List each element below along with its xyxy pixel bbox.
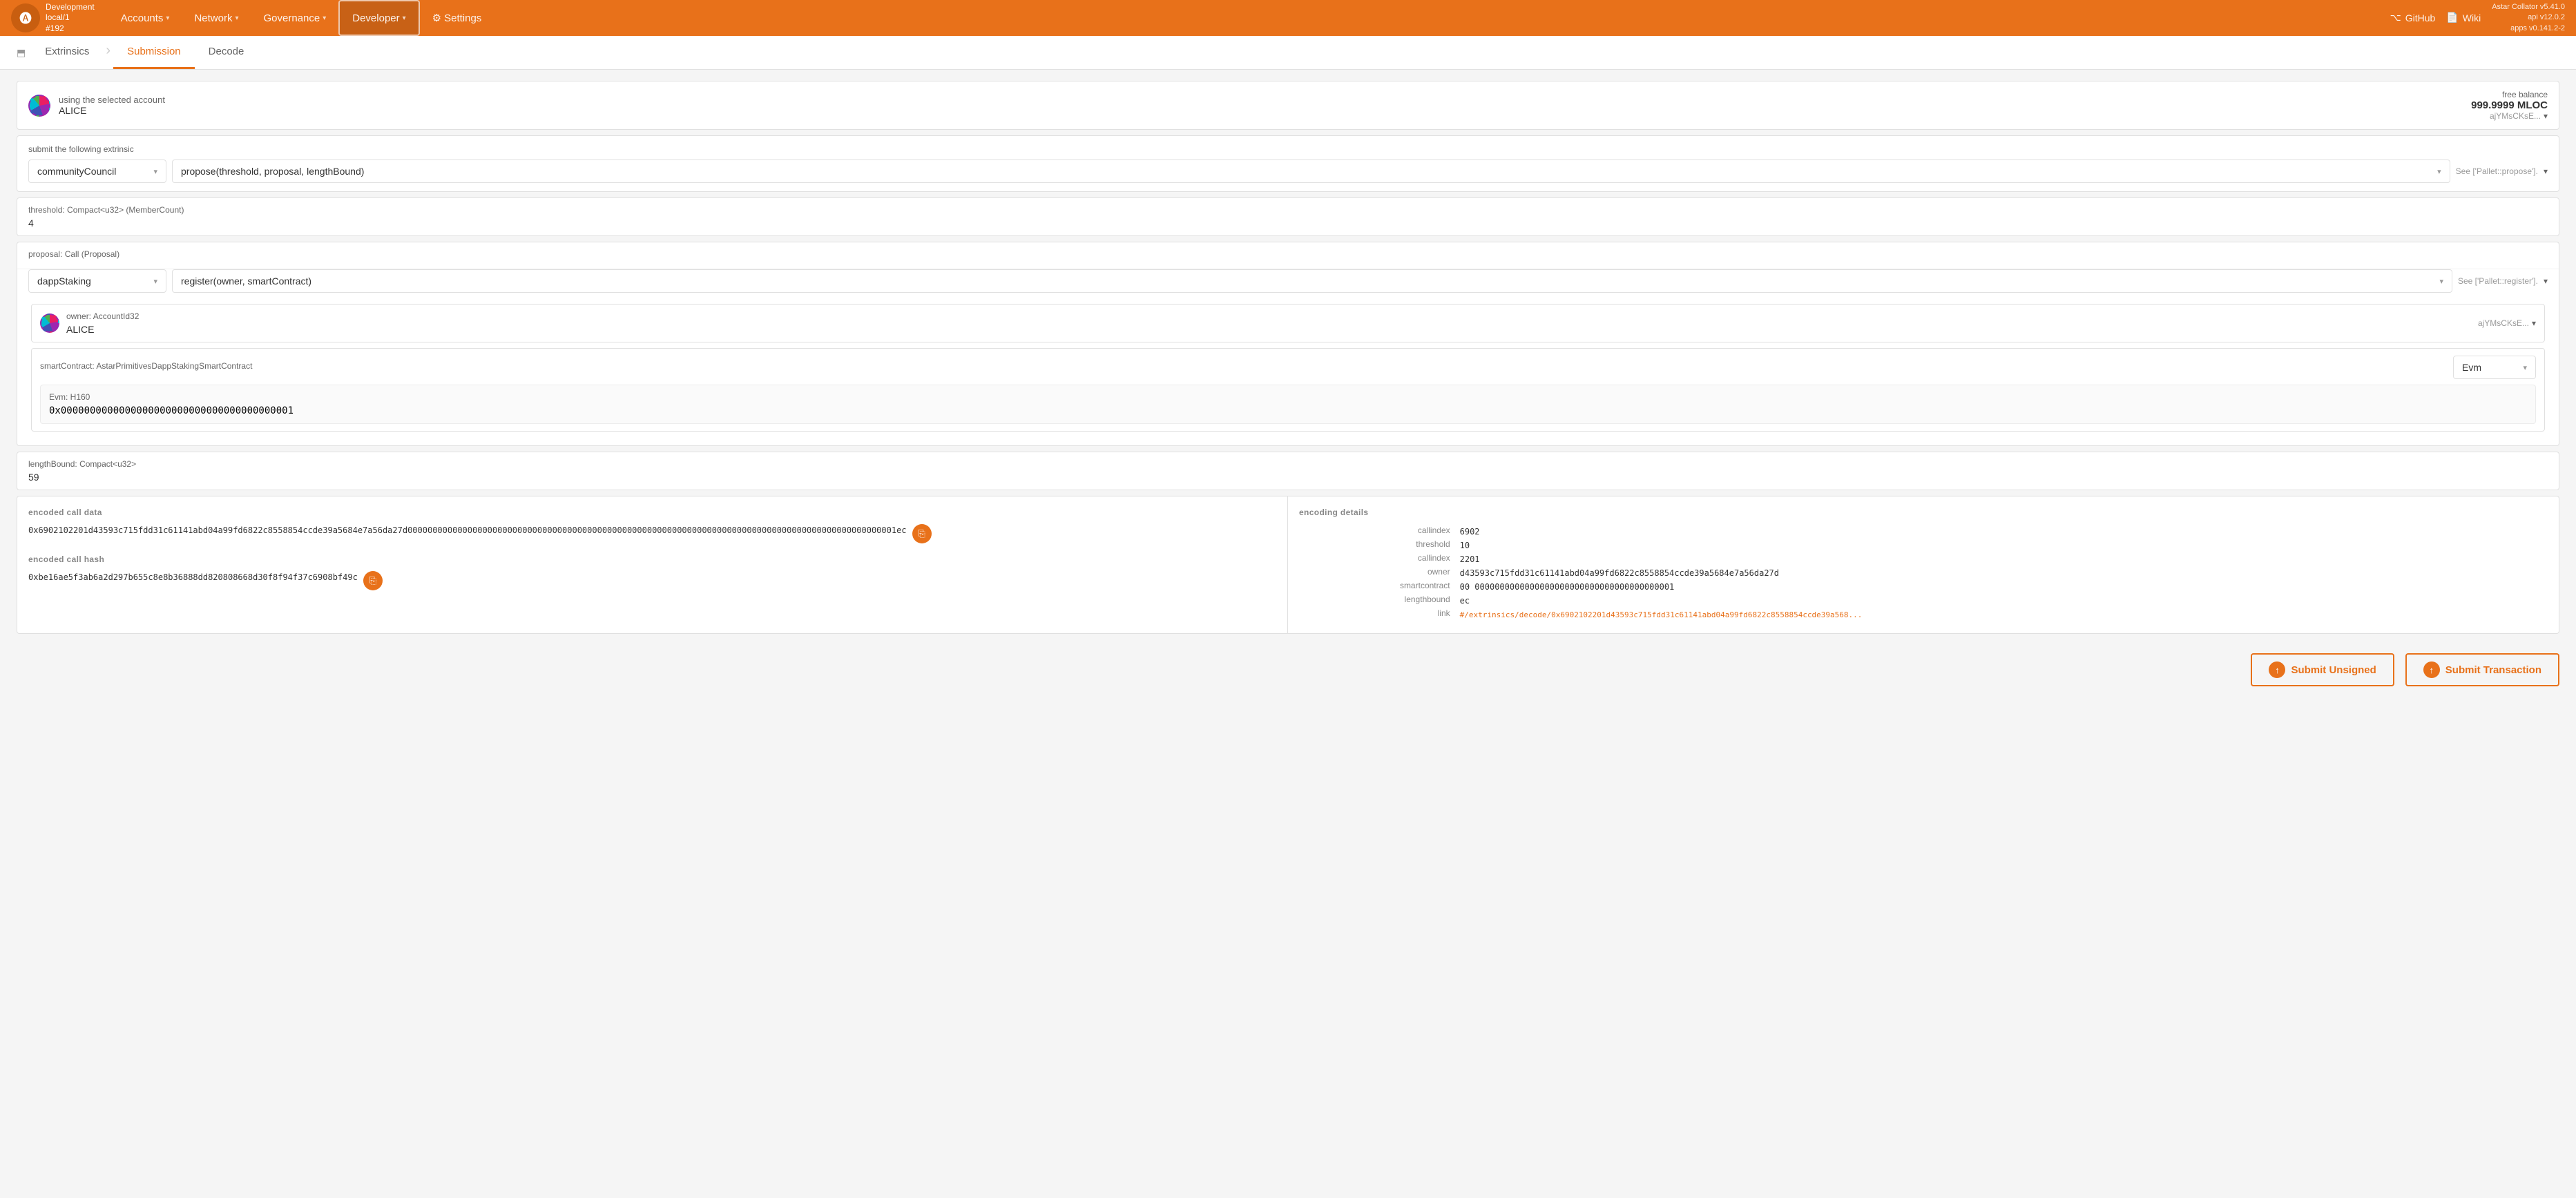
call-select[interactable]: propose(threshold, proposal, lengthBound…	[172, 160, 2450, 183]
submit-unsigned-icon: ↑	[2269, 661, 2285, 678]
extrinsic-label: submit the following extrinsic	[28, 144, 2548, 154]
nav-item-network[interactable]: Network ▾	[182, 0, 251, 36]
tab-submission[interactable]: Submission	[113, 36, 195, 69]
proposal-call-select[interactable]: register(owner, smartContract) ▾	[172, 269, 2452, 293]
network-sub: local/1	[46, 12, 95, 23]
footer-buttons: ↑ Submit Unsigned ↑ Submit Transaction	[17, 645, 2559, 689]
main-content: using the selected account ALICE free ba…	[0, 70, 2576, 1196]
detail-callindex-inner: callindex 2201	[1300, 553, 2546, 566]
balance-info: free balance 999.9999 MLOC ajYMsCKsE... …	[2471, 90, 2548, 121]
lengthbound-param-block: lengthBound: Compact<u32> 59	[17, 452, 2559, 490]
nav-right: ⌥ GitHub 📄 Wiki Astar Collator v5.41.0 a…	[2390, 2, 2565, 34]
chevron-down-icon[interactable]: ▾	[2544, 166, 2548, 176]
decode-link[interactable]: #/extrinsics/decode/0x6902102201d43593c7…	[1460, 610, 1863, 619]
chevron-down-icon[interactable]: ▾	[2544, 111, 2548, 121]
network-info: Development local/1 #192	[46, 2, 95, 35]
account-label: using the selected account	[59, 95, 165, 105]
chevron-down-icon[interactable]: ▾	[2544, 276, 2548, 286]
copy-call-data-button[interactable]: ⎘	[912, 524, 932, 543]
version-info: Astar Collator v5.41.0 api v12.0.2 apps …	[2492, 2, 2565, 34]
nav-items: Accounts ▾ Network ▾ Governance ▾ Develo…	[108, 0, 2390, 36]
threshold-param-block: threshold: Compact<u32> (MemberCount) 4	[17, 197, 2559, 236]
encoding-details-table: callindex 6902 threshold 10 callindex 22…	[1299, 524, 2548, 622]
chevron-down-icon: ▾	[166, 15, 169, 22]
tab-extrinsics[interactable]: Extrinsics	[31, 36, 103, 69]
extrinsics-icon: ⬒	[17, 47, 26, 59]
encoded-right: encoding details callindex 6902 threshol…	[1288, 496, 2559, 633]
tab-decode[interactable]: Decode	[195, 36, 258, 69]
github-icon: ⌥	[2390, 12, 2401, 23]
nav-item-settings[interactable]: ⚙ Settings	[420, 0, 494, 36]
detail-link: link #/extrinsics/decode/0x6902102201d43…	[1300, 608, 2546, 621]
pallet-select[interactable]: communityCouncil ▾	[28, 160, 166, 183]
wiki-link[interactable]: 📄 Wiki	[2446, 12, 2481, 23]
detail-callindex-outer: callindex 6902	[1300, 525, 2546, 538]
owner-value[interactable]: ALICE	[66, 324, 139, 335]
call-hash-value: 0xbe16ae5f3ab6a2d297b655c8e8b36888dd8208…	[28, 571, 358, 583]
chevron-down-icon: ▾	[2523, 363, 2527, 372]
submit-transaction-icon: ↑	[2423, 661, 2440, 678]
free-balance-label: free balance	[2471, 90, 2548, 99]
call-hash-label: encoded call hash	[28, 554, 1276, 564]
owner-label: owner: AccountId32	[66, 311, 139, 321]
detail-smartcontract: smartcontract 00 00000000000000000000000…	[1300, 581, 2546, 593]
proposal-pallet-select[interactable]: dappStaking ▾	[28, 269, 166, 293]
nav-item-developer[interactable]: Developer ▾	[338, 0, 419, 36]
encoding-details-label: encoding details	[1299, 508, 2548, 517]
network-id: #192	[46, 23, 95, 35]
gear-icon: ⚙	[432, 12, 441, 24]
detail-threshold: threshold 10	[1300, 539, 2546, 552]
account-address: ajYMsCKsE...	[2490, 111, 2541, 121]
network-name: Development	[46, 2, 95, 13]
encoded-left: encoded call data 0x6902102201d43593c715…	[17, 496, 1288, 633]
extrinsic-selector-card: submit the following extrinsic community…	[17, 135, 2559, 192]
chevron-down-icon: ▾	[2437, 167, 2441, 176]
top-navigation: 🅐 Development local/1 #192 Accounts ▾ Ne…	[0, 0, 2576, 36]
lengthbound-label: lengthBound: Compact<u32>	[28, 459, 2548, 469]
github-link[interactable]: ⌥ GitHub	[2390, 12, 2436, 23]
chevron-down-icon: ▾	[403, 15, 406, 22]
tab-separator: ›	[106, 43, 110, 63]
chevron-down-icon: ▾	[153, 167, 157, 176]
submit-transaction-button[interactable]: ↑ Submit Transaction	[2405, 653, 2559, 686]
chevron-down-icon: ▾	[153, 277, 157, 286]
chevron-down-icon[interactable]: ▾	[2532, 318, 2536, 328]
smart-contract-type-select[interactable]: Evm ▾	[2453, 356, 2536, 379]
account-card: using the selected account ALICE free ba…	[17, 81, 2559, 130]
call-data-label: encoded call data	[28, 508, 1276, 517]
chevron-down-icon: ▾	[2439, 277, 2443, 286]
proposal-label: proposal: Call (Proposal)	[28, 249, 2548, 259]
chevron-down-icon: ▾	[323, 15, 326, 22]
chevron-down-icon: ▾	[235, 15, 238, 22]
account-name: ALICE	[59, 105, 165, 116]
evm-address-input[interactable]	[49, 405, 2527, 416]
detail-owner: owner d43593c715fdd31c61141abd04a99fd682…	[1300, 567, 2546, 579]
evm-label: Evm: H160	[49, 392, 2527, 402]
smart-contract-label: smartContract: AstarPrimitivesDappStakin…	[40, 361, 252, 371]
proposal-param-block: proposal: Call (Proposal) dappStaking ▾ …	[17, 242, 2559, 446]
account-icon-alice	[28, 95, 50, 117]
free-balance-value: 999.9999 MLOC	[2471, 99, 2548, 111]
nav-item-governance[interactable]: Governance ▾	[251, 0, 339, 36]
threshold-label: threshold: Compact<u32> (MemberCount)	[28, 205, 2548, 215]
copy-call-hash-button[interactable]: ⎘	[363, 571, 383, 590]
detail-lengthbound: lengthbound ec	[1300, 595, 2546, 607]
lengthbound-value[interactable]: 59	[28, 472, 2548, 483]
call-data-value: 0x6902102201d43593c715fdd31c61141abd04a9…	[28, 524, 907, 537]
app-logo[interactable]: 🅐	[11, 3, 40, 32]
owner-address: ajYMsCKsE...	[2478, 318, 2529, 328]
owner-account-icon	[40, 313, 59, 333]
encoded-section: encoded call data 0x6902102201d43593c715…	[17, 496, 2559, 634]
threshold-value[interactable]: 4	[28, 218, 2548, 229]
tabs-bar: ⬒ Extrinsics › Submission Decode	[0, 36, 2576, 70]
see-proposal-link[interactable]: See ['Pallet::register'].	[2458, 276, 2538, 286]
nav-item-accounts[interactable]: Accounts ▾	[108, 0, 182, 36]
see-pallet-link[interactable]: See ['Pallet::propose'].	[2456, 166, 2538, 176]
submit-unsigned-button[interactable]: ↑ Submit Unsigned	[2251, 653, 2394, 686]
wiki-icon: 📄	[2446, 12, 2458, 23]
